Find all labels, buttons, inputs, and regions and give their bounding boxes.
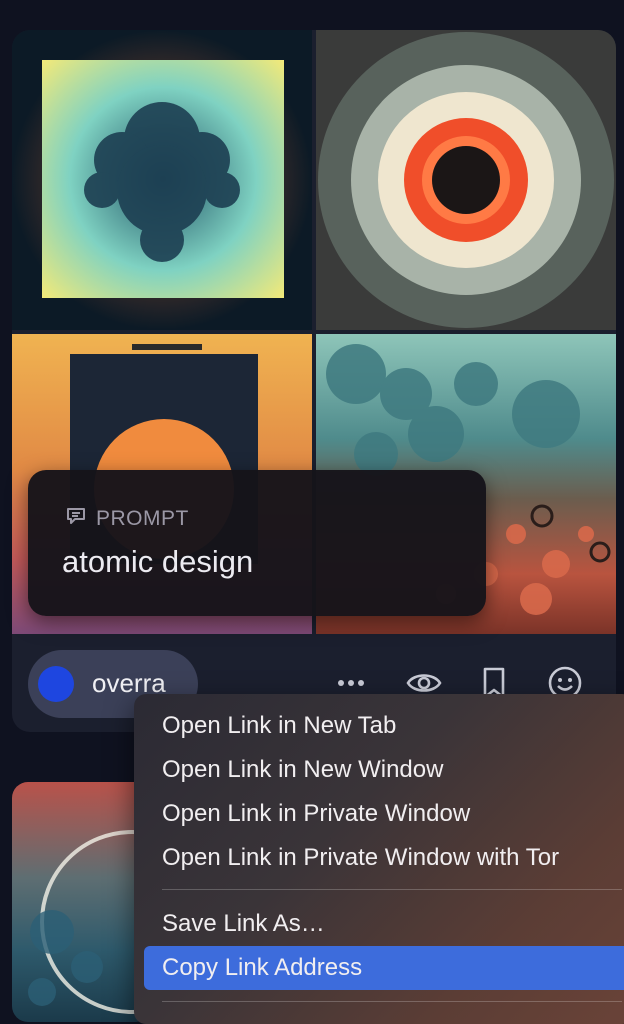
image-card-2-art [28,830,152,1014]
menu-open-private-window-tor[interactable]: Open Link in Private Window with Tor [162,844,559,872]
image-2-art [318,32,614,328]
menu-separator [162,889,622,890]
prompt-popover: PROMPT atomic design [28,470,486,616]
image-card[interactable] [12,30,616,732]
message-icon [64,504,88,534]
prompt-label: PROMPT [96,507,189,530]
menu-separator [162,1001,622,1002]
prompt-header: PROMPT [64,504,189,534]
menu-open-new-tab[interactable]: Open Link in New Tab [162,712,396,740]
context-menu: Open Link in New Tab Open Link in New Wi… [134,694,624,1024]
menu-open-private-window[interactable]: Open Link in Private Window [162,800,470,828]
generated-image-2[interactable] [316,30,616,330]
image-card-2[interactable] [12,782,152,1022]
menu-copy-link-address[interactable]: Copy Link Address [162,954,362,982]
image-1-art [12,30,312,330]
prompt-text: atomic design [62,544,254,579]
menu-save-link-as[interactable]: Save Link As… [162,910,325,938]
menu-open-new-window[interactable]: Open Link in New Window [162,756,443,784]
generated-image-1[interactable] [12,30,312,330]
avatar [38,666,74,702]
